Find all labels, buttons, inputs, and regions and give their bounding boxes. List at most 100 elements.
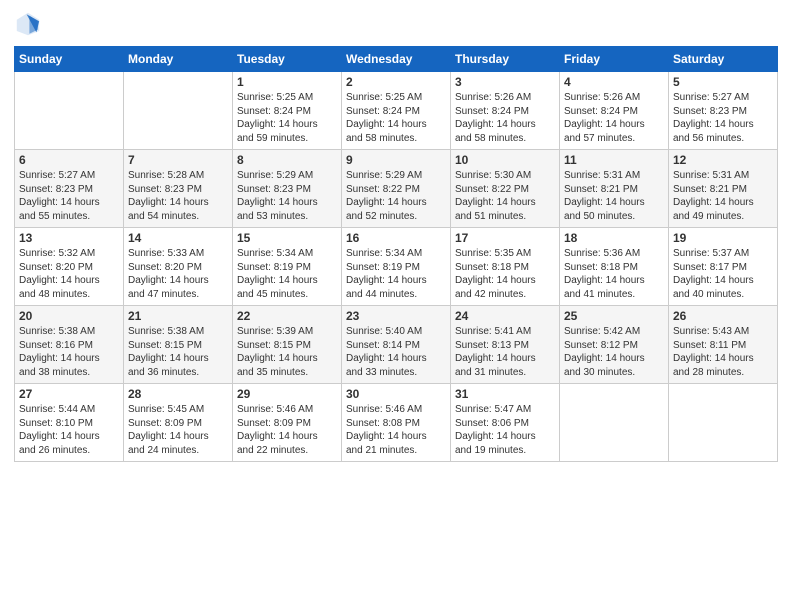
- calendar-cell: 1 Sunrise: 5:25 AM Sunset: 8:24 PM Daylig…: [233, 72, 342, 150]
- logo: [14, 10, 46, 38]
- calendar-cell: 28 Sunrise: 5:45 AM Sunset: 8:09 PM Dayli…: [124, 384, 233, 462]
- calendar-cell: [124, 72, 233, 150]
- calendar-cell: 12 Sunrise: 5:31 AM Sunset: 8:21 PM Dayli…: [669, 150, 778, 228]
- calendar-cell: 14 Sunrise: 5:33 AM Sunset: 8:20 PM Dayli…: [124, 228, 233, 306]
- day-number: 12: [673, 153, 773, 167]
- day-number: 8: [237, 153, 337, 167]
- day-info: Sunrise: 5:27 AM Sunset: 8:23 PM Dayligh…: [673, 91, 773, 145]
- day-number: 30: [346, 387, 446, 401]
- day-info: Sunrise: 5:31 AM Sunset: 8:21 PM Dayligh…: [673, 169, 773, 223]
- day-number: 20: [19, 309, 119, 323]
- calendar-cell: 6 Sunrise: 5:27 AM Sunset: 8:23 PM Daylig…: [15, 150, 124, 228]
- day-info: Sunrise: 5:32 AM Sunset: 8:20 PM Dayligh…: [19, 247, 119, 301]
- calendar-cell: [669, 384, 778, 462]
- calendar-cell: 29Sunrise: 5:46 AM Sunset: 8:09 PM Dayli…: [233, 384, 342, 462]
- day-number: 11: [564, 153, 664, 167]
- calendar-cell: 19 Sunrise: 5:37 AM Sunset: 8:17 PM Dayli…: [669, 228, 778, 306]
- day-info: Sunrise: 5:33 AM Sunset: 8:20 PM Dayligh…: [128, 247, 228, 301]
- day-info: Sunrise: 5:29 AM Sunset: 8:23 PM Dayligh…: [237, 169, 337, 223]
- day-info: Sunrise: 5:38 AM Sunset: 8:15 PM Dayligh…: [128, 325, 228, 379]
- day-number: 5: [673, 75, 773, 89]
- calendar-week-row: 1 Sunrise: 5:25 AM Sunset: 8:24 PM Daylig…: [15, 72, 778, 150]
- day-number: 2: [346, 75, 446, 89]
- day-info: Sunrise: 5:34 AM Sunset: 8:19 PM Dayligh…: [237, 247, 337, 301]
- calendar-cell: 21 Sunrise: 5:38 AM Sunset: 8:15 PM Dayli…: [124, 306, 233, 384]
- calendar-cell: 9 Sunrise: 5:29 AM Sunset: 8:22 PM Daylig…: [342, 150, 451, 228]
- day-info: Sunrise: 5:30 AM Sunset: 8:22 PM Dayligh…: [455, 169, 555, 223]
- day-info: Sunrise: 5:44 AM Sunset: 8:10 PM Dayligh…: [19, 403, 119, 457]
- calendar-cell: 4 Sunrise: 5:26 AM Sunset: 8:24 PM Daylig…: [560, 72, 669, 150]
- day-info: Sunrise: 5:27 AM Sunset: 8:23 PM Dayligh…: [19, 169, 119, 223]
- day-number: 3: [455, 75, 555, 89]
- page-container: SundayMondayTuesdayWednesdayThursdayFrid…: [0, 0, 792, 612]
- day-number: 28: [128, 387, 228, 401]
- day-number: 15: [237, 231, 337, 245]
- calendar-cell: 18 Sunrise: 5:36 AM Sunset: 8:18 PM Dayli…: [560, 228, 669, 306]
- day-info: Sunrise: 5:35 AM Sunset: 8:18 PM Dayligh…: [455, 247, 555, 301]
- day-number: 6: [19, 153, 119, 167]
- calendar-cell: 25Sunrise: 5:42 AM Sunset: 8:12 PM Dayli…: [560, 306, 669, 384]
- day-number: 7: [128, 153, 228, 167]
- day-number: 31: [455, 387, 555, 401]
- weekday-header: Wednesday: [342, 47, 451, 72]
- day-info: Sunrise: 5:45 AM Sunset: 8:09 PM Dayligh…: [128, 403, 228, 457]
- calendar-cell: 8 Sunrise: 5:29 AM Sunset: 8:23 PM Daylig…: [233, 150, 342, 228]
- day-info: Sunrise: 5:28 AM Sunset: 8:23 PM Dayligh…: [128, 169, 228, 223]
- day-info: Sunrise: 5:38 AM Sunset: 8:16 PM Dayligh…: [19, 325, 119, 379]
- day-info: Sunrise: 5:47 AM Sunset: 8:06 PM Dayligh…: [455, 403, 555, 457]
- calendar-cell: 13 Sunrise: 5:32 AM Sunset: 8:20 PM Dayli…: [15, 228, 124, 306]
- day-info: Sunrise: 5:26 AM Sunset: 8:24 PM Dayligh…: [564, 91, 664, 145]
- day-info: Sunrise: 5:26 AM Sunset: 8:24 PM Dayligh…: [455, 91, 555, 145]
- day-info: Sunrise: 5:39 AM Sunset: 8:15 PM Dayligh…: [237, 325, 337, 379]
- calendar-week-row: 27 Sunrise: 5:44 AM Sunset: 8:10 PM Dayli…: [15, 384, 778, 462]
- calendar-cell: [560, 384, 669, 462]
- day-number: 1: [237, 75, 337, 89]
- day-number: 17: [455, 231, 555, 245]
- day-number: 13: [19, 231, 119, 245]
- day-info: Sunrise: 5:36 AM Sunset: 8:18 PM Dayligh…: [564, 247, 664, 301]
- weekday-header: Monday: [124, 47, 233, 72]
- day-number: 10: [455, 153, 555, 167]
- day-info: Sunrise: 5:40 AM Sunset: 8:14 PM Dayligh…: [346, 325, 446, 379]
- logo-icon: [14, 10, 42, 38]
- weekday-header: Friday: [560, 47, 669, 72]
- calendar-cell: 31 Sunrise: 5:47 AM Sunset: 8:06 PM Dayli…: [451, 384, 560, 462]
- calendar-cell: 11Sunrise: 5:31 AM Sunset: 8:21 PM Dayli…: [560, 150, 669, 228]
- day-number: 9: [346, 153, 446, 167]
- day-number: 21: [128, 309, 228, 323]
- day-info: Sunrise: 5:43 AM Sunset: 8:11 PM Dayligh…: [673, 325, 773, 379]
- calendar-cell: 2Sunrise: 5:25 AM Sunset: 8:24 PM Daylig…: [342, 72, 451, 150]
- day-info: Sunrise: 5:34 AM Sunset: 8:19 PM Dayligh…: [346, 247, 446, 301]
- calendar-week-row: 6 Sunrise: 5:27 AM Sunset: 8:23 PM Daylig…: [15, 150, 778, 228]
- page-header: [14, 10, 778, 38]
- calendar-cell: 23 Sunrise: 5:40 AM Sunset: 8:14 PM Dayli…: [342, 306, 451, 384]
- calendar-cell: 30 Sunrise: 5:46 AM Sunset: 8:08 PM Dayli…: [342, 384, 451, 462]
- day-number: 18: [564, 231, 664, 245]
- calendar-cell: 20 Sunrise: 5:38 AM Sunset: 8:16 PM Dayli…: [15, 306, 124, 384]
- day-info: Sunrise: 5:25 AM Sunset: 8:24 PM Dayligh…: [237, 91, 337, 145]
- day-number: 27: [19, 387, 119, 401]
- day-number: 26: [673, 309, 773, 323]
- weekday-header: Thursday: [451, 47, 560, 72]
- day-number: 19: [673, 231, 773, 245]
- calendar-cell: [15, 72, 124, 150]
- day-info: Sunrise: 5:37 AM Sunset: 8:17 PM Dayligh…: [673, 247, 773, 301]
- day-number: 4: [564, 75, 664, 89]
- day-info: Sunrise: 5:46 AM Sunset: 8:08 PM Dayligh…: [346, 403, 446, 457]
- calendar-cell: 15 Sunrise: 5:34 AM Sunset: 8:19 PM Dayli…: [233, 228, 342, 306]
- calendar-table: SundayMondayTuesdayWednesdayThursdayFrid…: [14, 46, 778, 462]
- calendar-cell: 27 Sunrise: 5:44 AM Sunset: 8:10 PM Dayli…: [15, 384, 124, 462]
- calendar-cell: 10 Sunrise: 5:30 AM Sunset: 8:22 PM Dayli…: [451, 150, 560, 228]
- day-number: 23: [346, 309, 446, 323]
- calendar-cell: 24Sunrise: 5:41 AM Sunset: 8:13 PM Dayli…: [451, 306, 560, 384]
- calendar-week-row: 13 Sunrise: 5:32 AM Sunset: 8:20 PM Dayli…: [15, 228, 778, 306]
- day-info: Sunrise: 5:46 AM Sunset: 8:09 PM Dayligh…: [237, 403, 337, 457]
- day-info: Sunrise: 5:29 AM Sunset: 8:22 PM Dayligh…: [346, 169, 446, 223]
- day-number: 14: [128, 231, 228, 245]
- weekday-header: Saturday: [669, 47, 778, 72]
- day-number: 24: [455, 309, 555, 323]
- calendar-week-row: 20 Sunrise: 5:38 AM Sunset: 8:16 PM Dayli…: [15, 306, 778, 384]
- weekday-header: Tuesday: [233, 47, 342, 72]
- calendar-header-row: SundayMondayTuesdayWednesdayThursdayFrid…: [15, 47, 778, 72]
- day-number: 16: [346, 231, 446, 245]
